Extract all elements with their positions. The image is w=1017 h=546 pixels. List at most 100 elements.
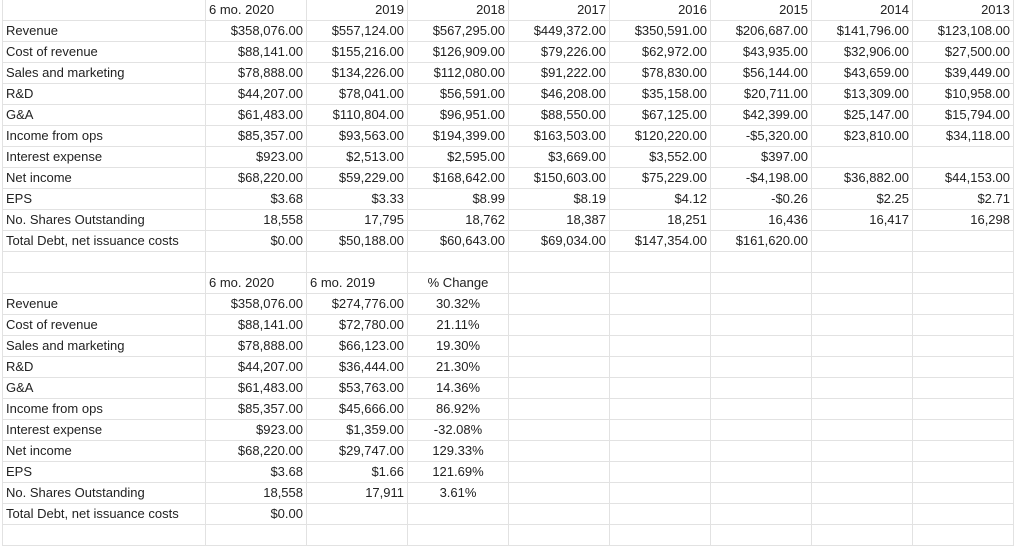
value-cell[interactable]: $3,669.00 [508, 146, 610, 168]
empty-cell[interactable] [407, 524, 509, 546]
value-cell[interactable]: $78,888.00 [205, 62, 307, 84]
value-cell[interactable] [811, 377, 913, 399]
column-header-cell[interactable] [609, 272, 711, 294]
value-cell[interactable] [609, 419, 711, 441]
value-cell[interactable]: 16,417 [811, 209, 913, 231]
value-cell[interactable] [609, 503, 711, 525]
value-cell[interactable] [912, 503, 1014, 525]
value-cell[interactable]: $147,354.00 [609, 230, 711, 252]
value-cell[interactable]: $134,226.00 [306, 62, 408, 84]
column-header-cell[interactable] [508, 272, 610, 294]
value-cell[interactable] [811, 398, 913, 420]
row-label-cell[interactable]: Total Debt, net issuance costs [2, 503, 206, 525]
row-label-cell[interactable]: No. Shares Outstanding [2, 209, 206, 231]
value-cell[interactable] [710, 440, 812, 462]
value-cell[interactable]: $206,687.00 [710, 20, 812, 42]
value-cell[interactable]: $161,620.00 [710, 230, 812, 252]
value-cell[interactable]: $110,804.00 [306, 104, 408, 126]
value-cell[interactable]: $59,229.00 [306, 167, 408, 189]
value-cell[interactable]: $53,763.00 [306, 377, 408, 399]
value-cell[interactable]: 19.30% [407, 335, 509, 357]
value-cell[interactable]: 21.30% [407, 356, 509, 378]
value-cell[interactable]: 18,387 [508, 209, 610, 231]
value-cell[interactable]: -32.08% [407, 419, 509, 441]
value-cell[interactable] [912, 146, 1014, 168]
value-cell[interactable]: $2,513.00 [306, 146, 408, 168]
value-cell[interactable] [912, 293, 1014, 315]
value-cell[interactable]: $43,659.00 [811, 62, 913, 84]
value-cell[interactable]: 121.69% [407, 461, 509, 483]
value-cell[interactable] [811, 440, 913, 462]
value-cell[interactable]: $93,563.00 [306, 125, 408, 147]
value-cell[interactable]: $2.25 [811, 188, 913, 210]
value-cell[interactable]: $3.68 [205, 188, 307, 210]
header-label-cell[interactable] [2, 0, 206, 21]
value-cell[interactable]: 17,795 [306, 209, 408, 231]
value-cell[interactable]: $44,207.00 [205, 356, 307, 378]
value-cell[interactable]: 16,298 [912, 209, 1014, 231]
value-cell[interactable] [912, 398, 1014, 420]
value-cell[interactable]: $56,591.00 [407, 83, 509, 105]
row-label-cell[interactable]: R&D [2, 356, 206, 378]
value-cell[interactable]: $923.00 [205, 146, 307, 168]
value-cell[interactable] [710, 482, 812, 504]
empty-cell[interactable] [306, 251, 408, 273]
value-cell[interactable]: 21.11% [407, 314, 509, 336]
value-cell[interactable]: $46,208.00 [508, 83, 610, 105]
empty-cell[interactable] [811, 524, 913, 546]
value-cell[interactable]: 17,911 [306, 482, 408, 504]
empty-cell[interactable] [912, 251, 1014, 273]
value-cell[interactable]: $78,041.00 [306, 83, 408, 105]
value-cell[interactable] [912, 461, 1014, 483]
value-cell[interactable]: $15,794.00 [912, 104, 1014, 126]
row-label-cell[interactable]: Income from ops [2, 398, 206, 420]
column-header-cell[interactable]: 2017 [508, 0, 610, 21]
value-cell[interactable] [912, 482, 1014, 504]
value-cell[interactable]: 3.61% [407, 482, 509, 504]
value-cell[interactable]: $36,882.00 [811, 167, 913, 189]
value-cell[interactable]: 18,558 [205, 209, 307, 231]
value-cell[interactable] [508, 440, 610, 462]
row-label-cell[interactable]: EPS [2, 461, 206, 483]
value-cell[interactable]: $358,076.00 [205, 293, 307, 315]
value-cell[interactable] [811, 356, 913, 378]
value-cell[interactable]: $194,399.00 [407, 125, 509, 147]
value-cell[interactable]: $91,222.00 [508, 62, 610, 84]
value-cell[interactable]: $8.19 [508, 188, 610, 210]
value-cell[interactable]: $0.00 [205, 230, 307, 252]
column-header-cell[interactable]: 2015 [710, 0, 812, 21]
value-cell[interactable] [508, 482, 610, 504]
row-label-cell[interactable]: EPS [2, 188, 206, 210]
value-cell[interactable] [609, 335, 711, 357]
value-cell[interactable]: 16,436 [710, 209, 812, 231]
row-label-cell[interactable]: Interest expense [2, 419, 206, 441]
row-label-cell[interactable]: G&A [2, 377, 206, 399]
value-cell[interactable]: $78,888.00 [205, 335, 307, 357]
value-cell[interactable] [710, 356, 812, 378]
empty-cell[interactable] [710, 251, 812, 273]
row-label-cell[interactable]: G&A [2, 104, 206, 126]
value-cell[interactable] [811, 503, 913, 525]
value-cell[interactable]: 18,558 [205, 482, 307, 504]
value-cell[interactable] [306, 503, 408, 525]
value-cell[interactable]: $36,444.00 [306, 356, 408, 378]
value-cell[interactable]: $50,188.00 [306, 230, 408, 252]
value-cell[interactable] [609, 440, 711, 462]
column-header-cell[interactable]: % Change [407, 272, 509, 294]
value-cell[interactable]: $557,124.00 [306, 20, 408, 42]
value-cell[interactable] [609, 398, 711, 420]
value-cell[interactable] [508, 398, 610, 420]
empty-cell[interactable] [508, 251, 610, 273]
column-header-cell[interactable]: 2014 [811, 0, 913, 21]
value-cell[interactable]: $56,144.00 [710, 62, 812, 84]
header-label-cell[interactable] [2, 272, 206, 294]
value-cell[interactable] [609, 377, 711, 399]
column-header-cell[interactable]: 2016 [609, 0, 711, 21]
value-cell[interactable] [508, 314, 610, 336]
empty-cell[interactable] [2, 251, 206, 273]
row-label-cell[interactable]: R&D [2, 83, 206, 105]
value-cell[interactable] [912, 419, 1014, 441]
value-cell[interactable] [508, 461, 610, 483]
value-cell[interactable] [710, 293, 812, 315]
column-header-cell[interactable]: 6 mo. 2020 [205, 272, 307, 294]
